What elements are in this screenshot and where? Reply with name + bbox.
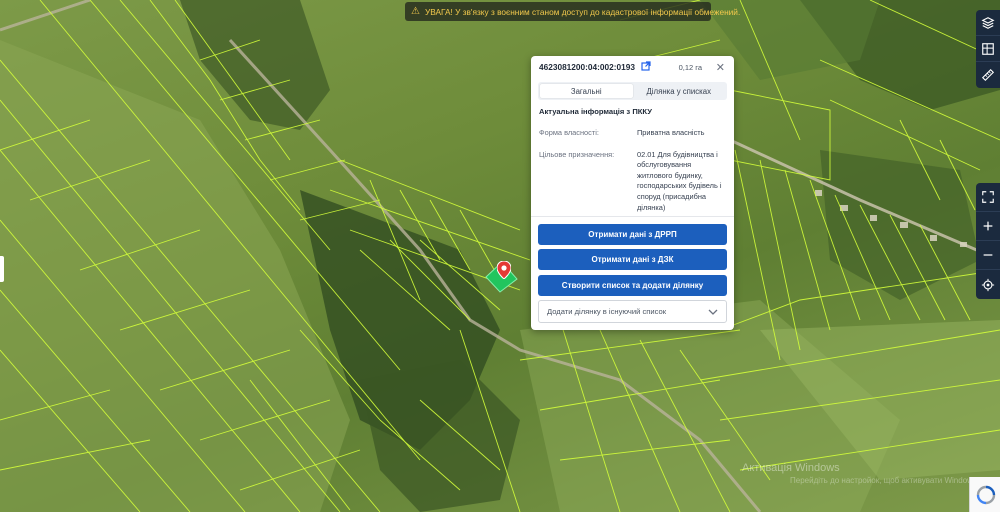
ownership-value: Приватна власність	[637, 128, 705, 137]
map-grid-icon	[982, 42, 994, 55]
parcel-area: 0,12 га	[678, 63, 702, 72]
satellite-imagery	[0, 0, 1000, 512]
popup-header: 4623081200:04:002:0193 0,12 га ✕	[531, 56, 734, 78]
map-info-button[interactable]	[976, 36, 1000, 62]
warning-banner: ⚠ УВАГА! У зв'язку з воєнним станом дост…	[405, 2, 740, 21]
warning-triangle-icon: ⚠	[411, 6, 420, 17]
warning-text: УВАГА! У зв'язку з воєнним станом доступ…	[424, 6, 741, 17]
external-link-icon[interactable]	[641, 60, 651, 74]
parcel-info-popup: 4623081200:04:002:0193 0,12 га ✕ Загальн…	[531, 56, 734, 330]
map-canvas[interactable]	[0, 0, 1000, 512]
ownership-row: Форма власності: Приватна власність	[539, 128, 726, 139]
zoom-toolbar	[976, 183, 1000, 299]
cadastral-number: 4623081200:04:002:0193	[539, 62, 635, 72]
divider	[531, 216, 734, 217]
geolocate-button[interactable]	[976, 270, 1000, 299]
crosshair-icon	[981, 278, 995, 291]
recaptcha-badge[interactable]	[969, 477, 1000, 512]
add-to-existing-list-dropdown[interactable]: Додати ділянку в існуючий список	[538, 300, 727, 323]
fullscreen-button[interactable]	[976, 183, 1000, 212]
create-list-button[interactable]: Створити список та додати ділянку	[538, 275, 727, 296]
zoom-out-button[interactable]	[976, 241, 1000, 270]
tab-general[interactable]: Загальні	[540, 84, 633, 98]
recaptcha-icon	[976, 485, 995, 504]
layers-icon	[981, 16, 995, 29]
ruler-icon	[981, 68, 995, 82]
windows-activation-hint: Перейдіть до настройок, щоб активувати W…	[790, 476, 980, 485]
minus-icon	[983, 254, 993, 256]
dropdown-label: Додати ділянку в існуючий список	[547, 307, 667, 316]
section-title: Актуальна інформація з ПККУ	[539, 107, 652, 116]
measure-button[interactable]	[976, 62, 1000, 88]
left-panel-handle[interactable]	[0, 256, 4, 282]
layers-button[interactable]	[976, 10, 1000, 36]
location-marker-icon[interactable]	[497, 261, 511, 279]
zoom-in-button[interactable]	[976, 212, 1000, 241]
get-dzk-data-button[interactable]: Отримати дані з ДЗК	[538, 249, 727, 270]
tab-parcel-in-lists[interactable]: Ділянка у списках	[633, 84, 726, 98]
purpose-label: Цільове призначення:	[539, 149, 615, 159]
fullscreen-icon	[982, 191, 994, 203]
popup-tabs: Загальні Ділянка у списках	[538, 82, 727, 100]
purpose-row: Цільове призначення: 02.01 Для будівницт…	[539, 150, 726, 214]
windows-activation-watermark: Активація Windows	[742, 462, 840, 474]
purpose-value: 02.01 Для будівництва і обслуговування ж…	[637, 149, 722, 212]
plus-icon	[983, 221, 993, 231]
map-tools-toolbar	[976, 10, 1000, 88]
chevron-down-icon	[708, 307, 718, 317]
ownership-label: Форма власності:	[539, 128, 599, 137]
get-drrp-data-button[interactable]: Отримати дані з ДРРП	[538, 224, 727, 245]
close-icon[interactable]: ✕	[716, 61, 725, 74]
